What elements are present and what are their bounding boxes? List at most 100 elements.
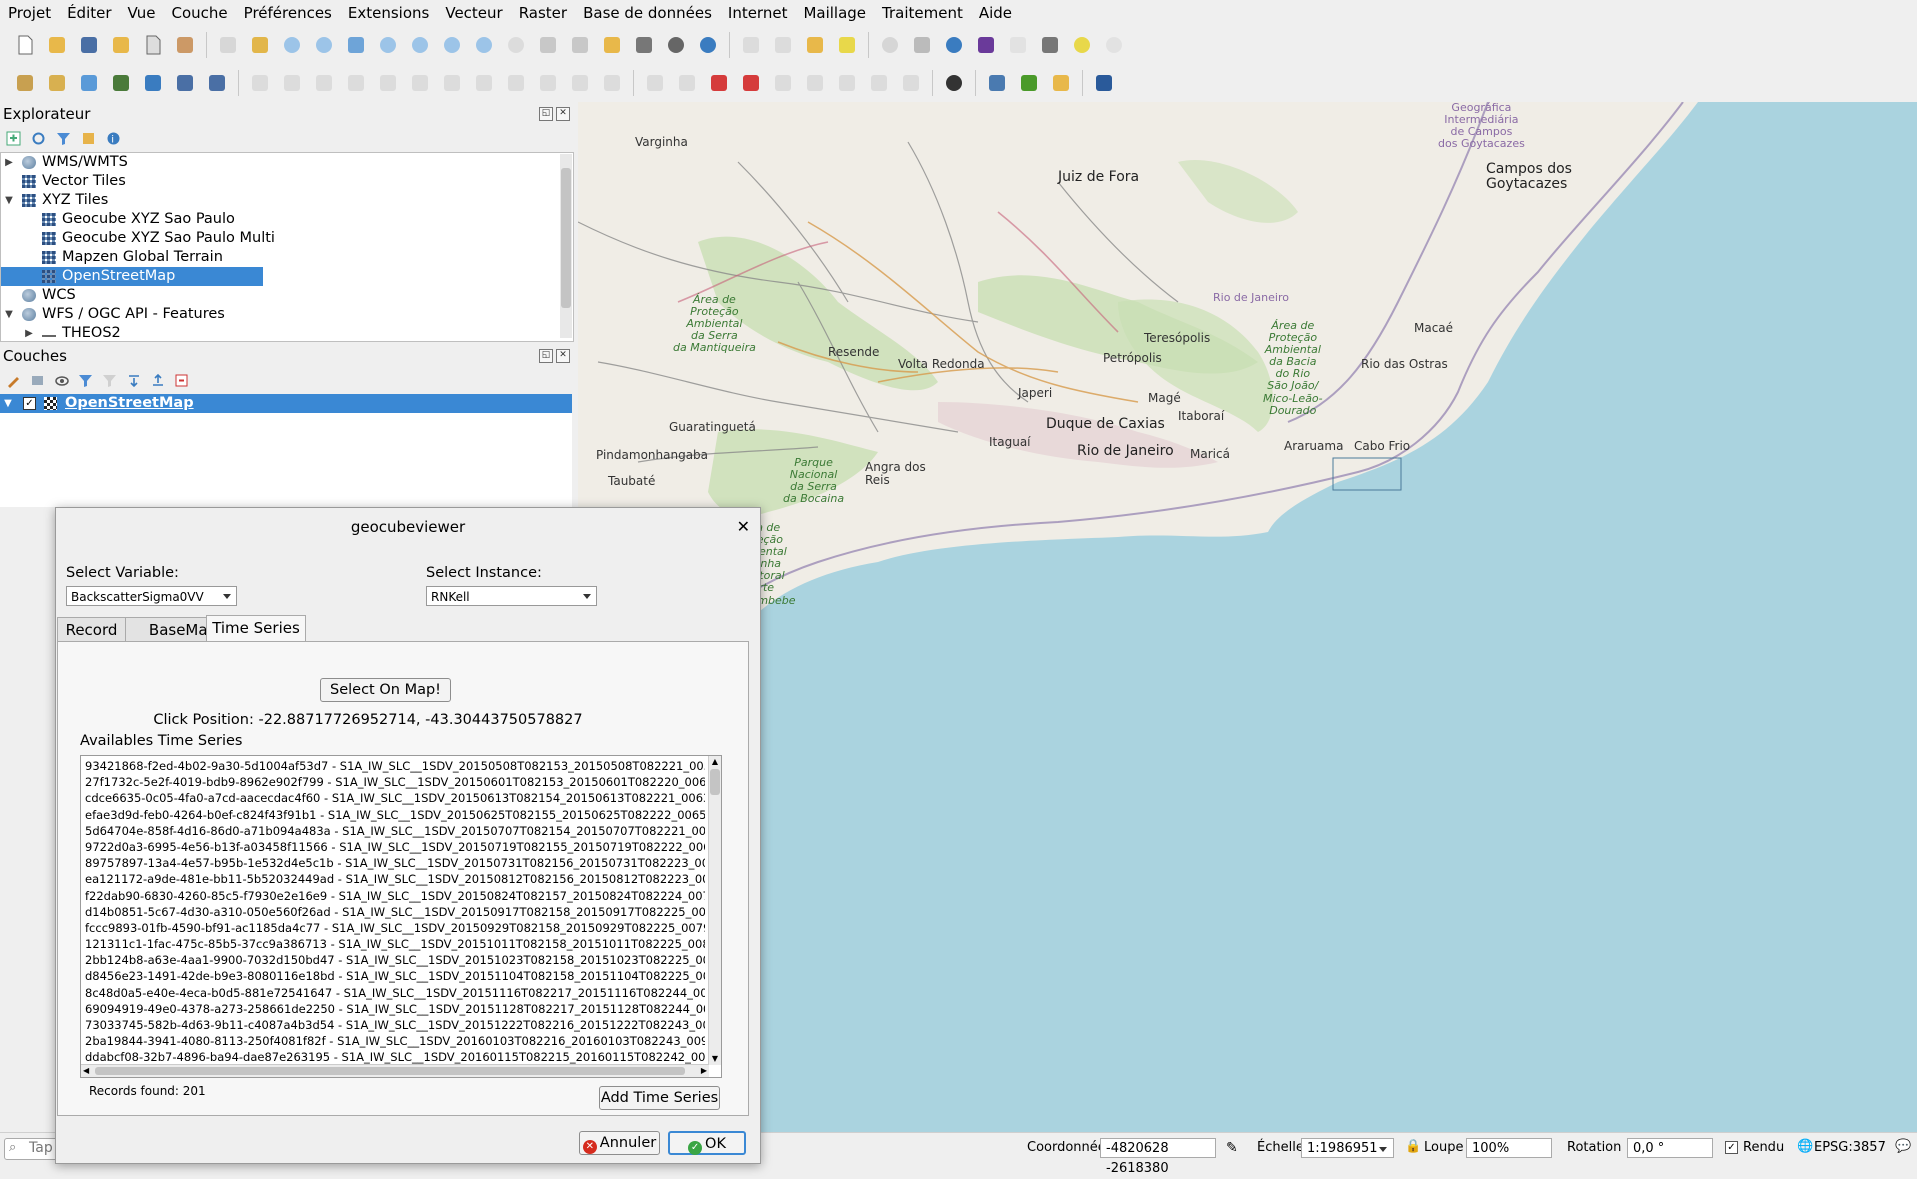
instance-select[interactable]: RNKell	[426, 586, 597, 606]
tab-time-series[interactable]: Time Series	[206, 615, 306, 642]
browser-scrollbar[interactable]	[560, 154, 572, 338]
print-layout-icon[interactable]	[140, 32, 166, 58]
messages-icon[interactable]: 💬	[1895, 1139, 1911, 1154]
change-label-icon[interactable]	[866, 70, 892, 96]
time-series-item[interactable]: ea121172-a9de-481e-bb11-5b52032449ad - S…	[81, 871, 705, 887]
new-temporary-layer-icon[interactable]	[172, 70, 198, 96]
list-horizontal-scrollbar[interactable]: ◀ ▶	[81, 1064, 709, 1077]
new-bookmark-icon[interactable]	[535, 32, 561, 58]
field-calculator-icon[interactable]	[1005, 32, 1031, 58]
statistics-icon[interactable]	[973, 32, 999, 58]
modify-attributes-icon[interactable]	[407, 70, 433, 96]
crs-button[interactable]: EPSG:3857	[1814, 1138, 1886, 1158]
save-edits-icon[interactable]	[311, 70, 337, 96]
label-properties-icon[interactable]	[898, 70, 924, 96]
annotation-icon[interactable]	[1069, 32, 1095, 58]
lock-icon[interactable]: 🔒	[1405, 1139, 1421, 1154]
browser-item[interactable]: ▼ XYZ Tiles	[1, 191, 573, 210]
undo-icon[interactable]	[567, 70, 593, 96]
save-project-icon[interactable]	[76, 32, 102, 58]
cancel-button[interactable]: ✕ Annuler	[579, 1131, 660, 1155]
measure-icon[interactable]	[1037, 32, 1063, 58]
select-by-location-icon[interactable]	[802, 32, 828, 58]
python-console-icon[interactable]	[984, 70, 1010, 96]
browser-item[interactable]: ▶ WMS/WMTS	[1, 153, 573, 172]
visibility-icon[interactable]	[54, 373, 70, 388]
zoom-last-icon[interactable]	[471, 32, 497, 58]
zoom-to-selection-icon[interactable]	[375, 32, 401, 58]
ok-button[interactable]: ✓ OK	[668, 1131, 746, 1155]
vertex-tool-icon[interactable]	[375, 70, 401, 96]
open-project-icon[interactable]	[44, 32, 70, 58]
time-series-item[interactable]: 2ba19844-3941-4080-8113-250f4081f82f - S…	[81, 1033, 705, 1049]
menu-extensions[interactable]: Extensions	[340, 0, 437, 26]
collapse-arrow-icon[interactable]: ▼	[3, 394, 13, 413]
new-project-icon[interactable]	[12, 32, 38, 58]
deselect-icon[interactable]	[770, 32, 796, 58]
time-series-item[interactable]: 93421868-f2ed-4b02-9a30-5d1004af53d7 - S…	[81, 758, 705, 774]
time-series-item[interactable]: 9722d0a3-6995-4e56-b13f-a03458f11566 - S…	[81, 839, 705, 855]
scale-field[interactable]: 1:1986951	[1301, 1138, 1394, 1158]
expand-arrow-icon[interactable]: ▶	[4, 153, 14, 172]
scroll-up-icon[interactable]: ▲	[709, 756, 721, 768]
zoom-in-icon[interactable]	[279, 32, 305, 58]
browser-item[interactable]: ▶ THEOS2	[1, 324, 573, 341]
toggle-editing-icon[interactable]	[247, 70, 273, 96]
browser-item[interactable]: WCS	[1, 286, 573, 305]
pan-to-selection-icon[interactable]	[247, 32, 273, 58]
new-shapefile-icon[interactable]	[76, 70, 102, 96]
filter-legend-icon[interactable]	[78, 373, 94, 388]
geocube-plugin-icon[interactable]	[1016, 70, 1042, 96]
filter-expression-icon[interactable]	[102, 373, 118, 388]
help-icon[interactable]	[1091, 70, 1117, 96]
time-series-item[interactable]: 2bb124b8-a63e-4aa1-9900-7032d150bd47 - S…	[81, 952, 705, 968]
time-series-item[interactable]: 89757897-13a4-4e57-b95b-1e532d4e5c1b - S…	[81, 855, 705, 871]
filter-icon[interactable]	[56, 131, 71, 146]
paste-features-icon[interactable]	[535, 70, 561, 96]
menu-maillage[interactable]: Maillage	[795, 0, 874, 26]
add-time-series-button[interactable]: Add Time Series	[599, 1086, 720, 1110]
show-bookmarks-icon[interactable]	[567, 32, 593, 58]
add-group-icon[interactable]	[30, 373, 46, 388]
zoom-to-layer-icon[interactable]	[407, 32, 433, 58]
copy-features-icon[interactable]	[503, 70, 529, 96]
redo-icon[interactable]	[599, 70, 625, 96]
label-toolbar-icon[interactable]	[642, 70, 668, 96]
time-series-item[interactable]: d14b0851-5c67-4d30-a310-050e560f26ad - S…	[81, 904, 705, 920]
pin-labels-icon[interactable]	[674, 70, 700, 96]
time-series-item[interactable]: 5d64704e-858f-4d16-86d0-a71b094a483a - S…	[81, 823, 705, 839]
layer-styling-icon[interactable]	[6, 373, 22, 388]
rotate-label-icon[interactable]	[834, 70, 860, 96]
menu-traitement[interactable]: Traitement	[874, 0, 971, 26]
toggle-extents-icon[interactable]: ✎	[1226, 1140, 1238, 1156]
scroll-thumb[interactable]	[710, 769, 720, 795]
scroll-left-icon[interactable]: ◀	[83, 1065, 89, 1077]
close-panel-icon[interactable]: ✕	[556, 107, 570, 121]
new-virtual-layer-icon[interactable]	[140, 70, 166, 96]
menu-internet[interactable]: Internet	[720, 0, 796, 26]
select-on-map-button[interactable]: Select On Map!	[320, 678, 451, 702]
time-series-item[interactable]: 121311c1-1fac-475c-85b5-37cc9a386713 - S…	[81, 936, 705, 952]
variable-select[interactable]: BackscatterSigma0VV	[66, 586, 237, 606]
cut-features-icon[interactable]	[471, 70, 497, 96]
collapse-arrow-icon[interactable]: ▼	[4, 305, 14, 324]
menu-raster[interactable]: Raster	[511, 0, 575, 26]
style-manager-icon[interactable]	[172, 32, 198, 58]
new-spatialite-icon[interactable]	[108, 70, 134, 96]
scroll-down-icon[interactable]: ▼	[709, 1053, 721, 1065]
select-features-icon[interactable]	[738, 32, 764, 58]
layer-labeling-icon[interactable]	[706, 70, 732, 96]
browser-item[interactable]: Geocube XYZ Sao Paulo Multi	[1, 229, 573, 248]
spatial-bookmark-icon[interactable]	[1101, 32, 1127, 58]
map-canvas[interactable]: Varginha Juiz de Fora Campos dos Goytacaze…	[578, 102, 1917, 1132]
collapse-arrow-icon[interactable]: ▼	[4, 191, 14, 210]
temporal-controller-icon[interactable]	[663, 32, 689, 58]
geocube-viewer-icon[interactable]	[941, 70, 967, 96]
menu-vecteur[interactable]: Vecteur	[437, 0, 510, 26]
coordinate-field[interactable]: -4820628 -2618380	[1100, 1138, 1216, 1176]
add-selected-layers-icon[interactable]	[6, 131, 21, 146]
layer-visibility-checkbox[interactable]: ✓	[23, 397, 36, 410]
pan-map-icon[interactable]	[215, 32, 241, 58]
rule-labeling-icon[interactable]	[738, 70, 764, 96]
processing-toolbox-icon[interactable]	[941, 32, 967, 58]
